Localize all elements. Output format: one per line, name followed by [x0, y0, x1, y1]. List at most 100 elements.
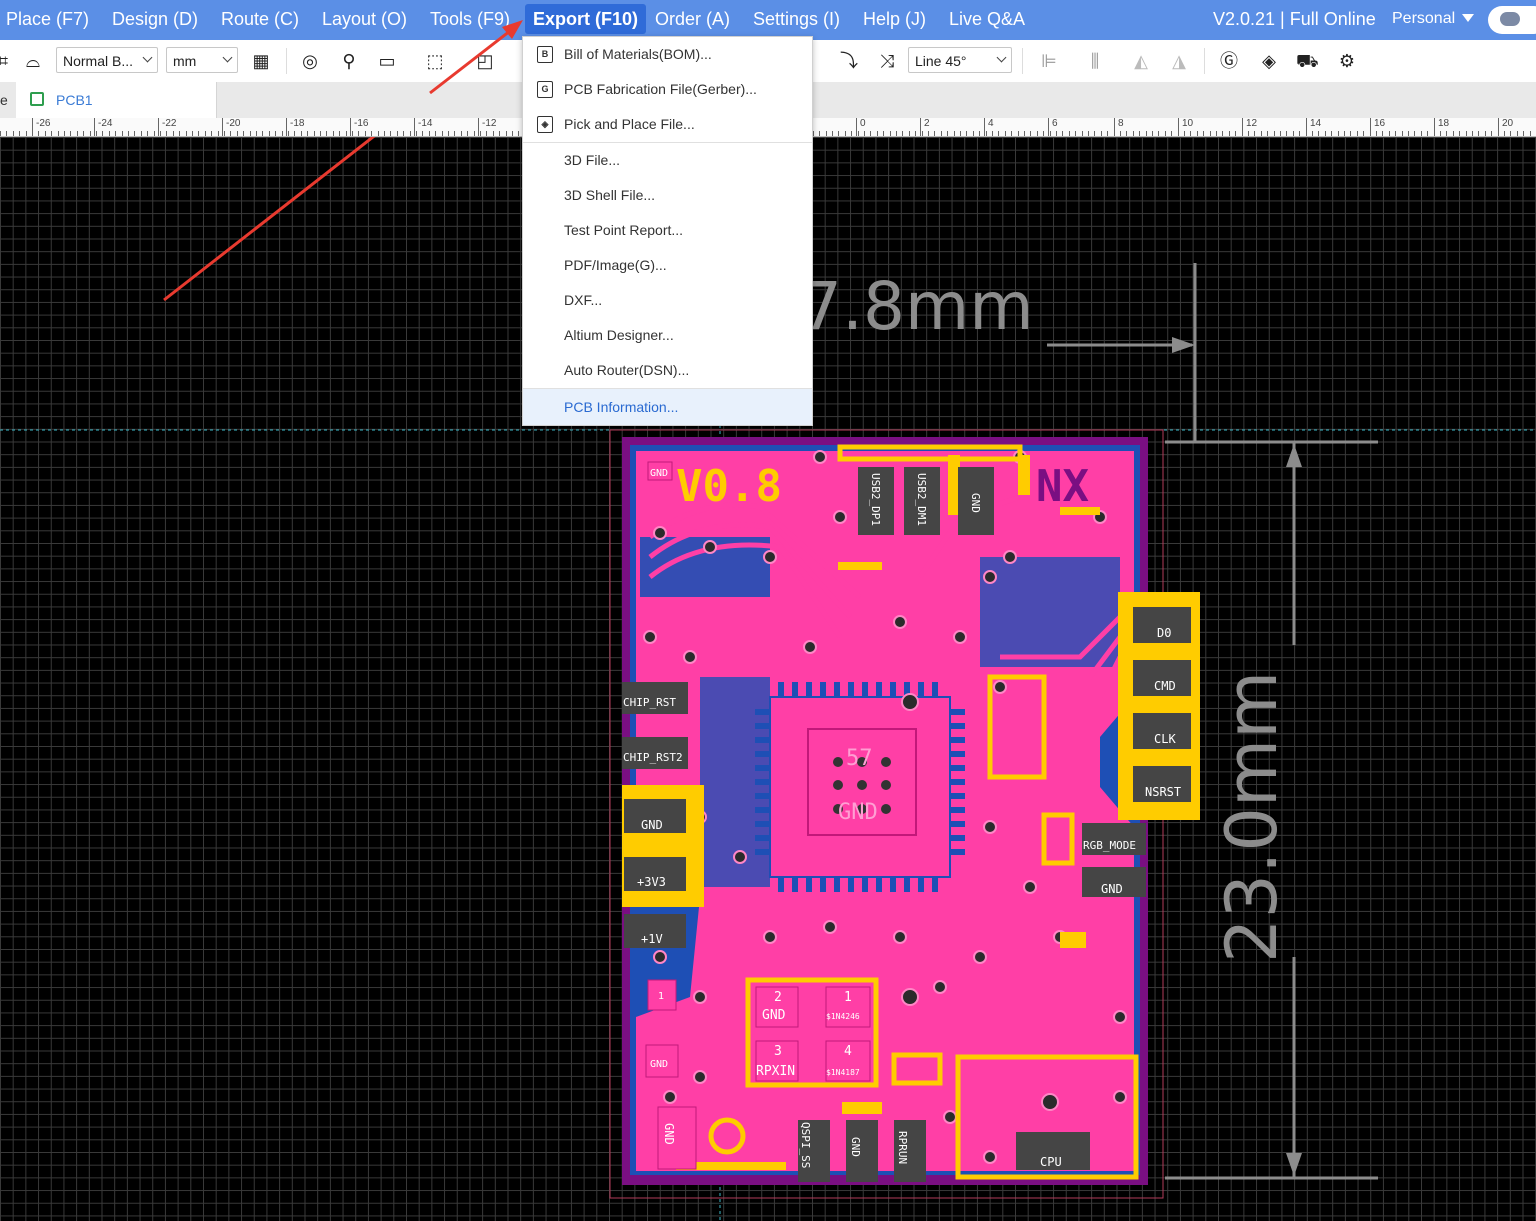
menu-order[interactable]: Order (A) — [655, 0, 730, 40]
tab-pcb1[interactable]: PCB1 — [16, 82, 217, 118]
ruler-tick — [19, 131, 21, 136]
chevron-down-icon — [142, 52, 153, 63]
ruler-major-tick — [222, 118, 223, 136]
ruler-tick — [1452, 131, 1454, 136]
export-menu-item[interactable]: B Bill of Materials(BOM)... — [523, 37, 812, 72]
ruler-tick — [1523, 131, 1525, 136]
ruler-label: 12 — [1246, 118, 1258, 129]
ruler-tick — [1094, 131, 1096, 136]
ruler-tick — [1043, 131, 1045, 136]
export-menu-item[interactable]: ◈ Pick and Place File... — [523, 107, 812, 142]
divider — [1204, 48, 1205, 74]
ruler-tick — [1100, 131, 1102, 136]
select-icon[interactable]: ⌗ — [0, 50, 14, 72]
view-mode-select[interactable]: Normal B... — [56, 47, 158, 73]
flip-v-icon[interactable]: ◮ — [1168, 50, 1190, 72]
chevron-down-icon[interactable] — [1462, 14, 1474, 22]
export-menu-item[interactable]: 3D Shell File... — [523, 178, 812, 213]
ruler-tick — [441, 131, 443, 136]
export-menu-item[interactable]: Auto Router(DSN)... — [523, 353, 812, 388]
tab-label: PCB1 — [56, 92, 93, 108]
ruler-tick — [1344, 131, 1345, 136]
unit-select[interactable]: mm — [166, 47, 238, 73]
ruler-tick — [1049, 131, 1051, 136]
ruler-tick — [889, 131, 891, 136]
menu-design[interactable]: Design (D) — [112, 0, 198, 40]
menu-place[interactable]: Place (F7) — [6, 0, 89, 40]
ruler-tick — [1030, 131, 1032, 136]
menu-help[interactable]: Help (J) — [863, 0, 926, 40]
pad-icon[interactable]: ◰ — [474, 50, 496, 72]
ruler-major-tick — [1048, 118, 1049, 136]
ruler-tick — [851, 131, 853, 136]
ruler-tick — [390, 131, 392, 136]
export-menu-item[interactable]: DXF... — [523, 283, 812, 318]
divider — [286, 48, 287, 74]
align-icon[interactable]: ⊫ — [1038, 50, 1060, 72]
ruler-tick — [262, 131, 264, 136]
cart-icon[interactable]: ⛟ — [1296, 50, 1319, 72]
gear-icon[interactable]: ⚙ — [1336, 50, 1358, 72]
diff-route-icon[interactable]: ⤨ — [876, 50, 898, 72]
ruler-tick — [1171, 131, 1173, 136]
rect-icon[interactable]: ▭ — [376, 50, 398, 72]
ruler-tick — [198, 131, 200, 136]
view-mode-value: Normal B... — [63, 53, 134, 69]
cloud-save-button[interactable] — [1488, 6, 1536, 34]
pin-icon[interactable]: ⚲ — [338, 50, 360, 72]
ruler-tick — [1164, 131, 1166, 136]
ruler-tick — [0, 131, 1, 136]
menu-layout[interactable]: Layout (O) — [322, 0, 407, 40]
menu-export[interactable]: Export (F10) — [525, 4, 647, 34]
ruler-tick — [1363, 131, 1365, 136]
ruler-tick — [377, 131, 379, 136]
ruler-tick — [345, 131, 347, 136]
ruler-tick — [864, 131, 865, 136]
ruler-tick — [908, 131, 910, 136]
ruler-tick — [115, 131, 117, 136]
ruler-tick — [1075, 131, 1077, 136]
menu-settings[interactable]: Settings (I) — [753, 0, 840, 40]
ruler-tick — [960, 131, 961, 136]
ruler-tick — [1292, 131, 1294, 136]
export-menu-item[interactable]: G PCB Fabrication File(Gerber)... — [523, 72, 812, 107]
ruler-tick — [979, 131, 981, 136]
menu-route[interactable]: Route (C) — [221, 0, 299, 40]
ruler-tick — [422, 131, 424, 136]
ruler-tick — [153, 131, 155, 136]
ruler-tick — [1158, 131, 1160, 136]
ruler-tick — [364, 131, 366, 136]
tab-partial[interactable]: e — [0, 82, 16, 118]
ruler-tick — [934, 131, 936, 136]
menu-live-qa[interactable]: Live Q&A — [949, 0, 1025, 40]
route-mode-select[interactable]: Line 45° — [908, 47, 1012, 73]
export-menu-item-label: 3D File... — [564, 152, 621, 168]
route-icon[interactable]: ⤵ — [838, 50, 860, 72]
select-area-icon[interactable]: ⬚ — [424, 50, 446, 72]
pick-place-icon[interactable]: ◈ — [1258, 50, 1280, 72]
flip-h-icon[interactable]: ◭ — [1130, 50, 1152, 72]
arc-icon[interactable]: ⌓ — [22, 50, 44, 72]
gerber-icon[interactable]: Ⓖ — [1218, 50, 1240, 72]
grid-icon[interactable]: ▦ — [250, 50, 272, 72]
account-menu[interactable]: Personal — [1392, 0, 1455, 38]
export-menu-item[interactable]: PDF/Image(G)... — [523, 248, 812, 283]
ruler-tick — [992, 131, 993, 136]
via-icon[interactable]: ◎ — [299, 50, 321, 72]
menu-tools[interactable]: Tools (F9) — [430, 0, 510, 40]
distribute-icon[interactable]: ⫼ — [1084, 50, 1106, 72]
ruler-tick — [1011, 131, 1013, 136]
ruler-tick — [1516, 131, 1518, 136]
ruler-tick — [1260, 131, 1262, 136]
ruler-tick — [1350, 131, 1352, 136]
export-menu-item[interactable]: 3D File... — [523, 143, 812, 178]
ruler-tick — [448, 131, 449, 136]
ruler-tick — [89, 131, 91, 136]
export-menu-item[interactable]: Test Point Report... — [523, 213, 812, 248]
export-menu-item[interactable]: Altium Designer... — [523, 318, 812, 353]
ruler-tick — [358, 131, 360, 136]
export-menu-item[interactable]: PCB Information... — [523, 389, 812, 425]
ruler-tick — [76, 131, 78, 136]
ruler-tick — [1248, 131, 1249, 136]
ruler-tick — [1056, 131, 1057, 136]
